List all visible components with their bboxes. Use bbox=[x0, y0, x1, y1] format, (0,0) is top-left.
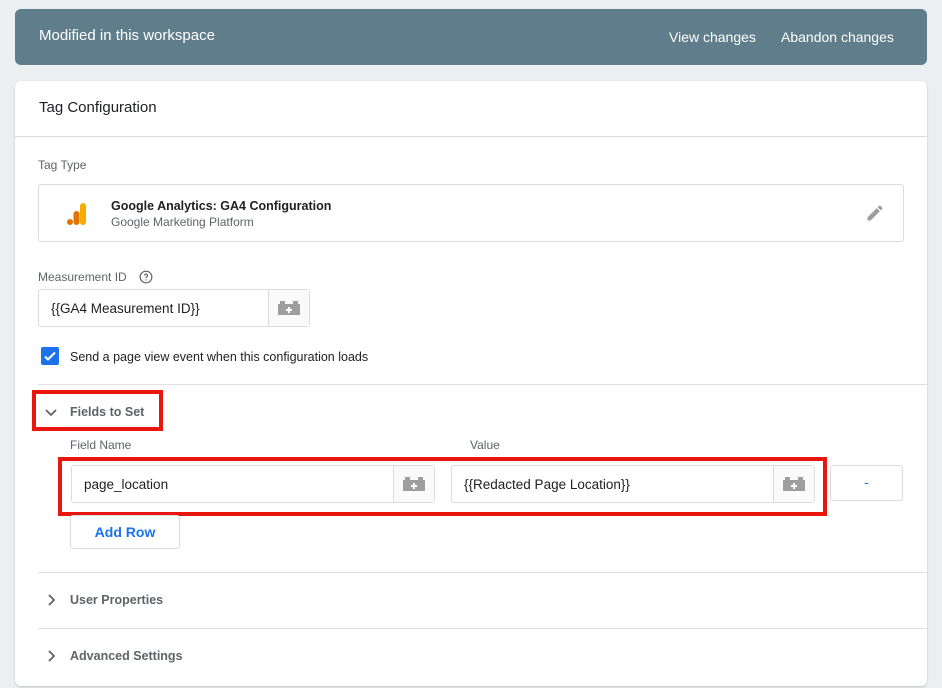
tag-type-platform: Google Marketing Platform bbox=[111, 215, 254, 229]
tag-type-label: Tag Type bbox=[38, 158, 87, 172]
measurement-id-field[interactable]: {{GA4 Measurement ID}} bbox=[38, 289, 310, 327]
google-analytics-icon bbox=[67, 203, 86, 225]
divider bbox=[38, 628, 927, 629]
measurement-id-value[interactable]: {{GA4 Measurement ID}} bbox=[51, 301, 200, 316]
value-column-header: Value bbox=[470, 438, 500, 452]
abandon-changes-link[interactable]: Abandon changes bbox=[781, 29, 894, 45]
tag-type-name: Google Analytics: GA4 Configuration bbox=[111, 199, 332, 213]
pencil-icon[interactable] bbox=[865, 203, 885, 223]
chevron-right-icon bbox=[48, 650, 56, 662]
chevron-right-icon bbox=[48, 594, 56, 606]
user-properties-title: User Properties bbox=[70, 593, 164, 607]
send-page-view-label: Send a page view event when this configu… bbox=[70, 350, 369, 364]
checkmark-icon bbox=[44, 351, 56, 361]
remove-row-button[interactable]: - bbox=[830, 465, 903, 501]
highlight-box-field-row bbox=[58, 457, 827, 516]
help-circle-icon[interactable] bbox=[139, 270, 153, 284]
variable-brick-icon bbox=[278, 301, 300, 315]
user-properties-toggle[interactable]: User Properties bbox=[44, 593, 204, 609]
divider bbox=[38, 572, 927, 573]
field-name-column-header: Field Name bbox=[70, 438, 132, 452]
advanced-settings-title: Advanced Settings bbox=[70, 649, 183, 663]
send-page-view-checkbox[interactable] bbox=[41, 347, 59, 365]
workspace-status-bar: Modified in this workspace View changes … bbox=[15, 9, 927, 65]
advanced-settings-toggle[interactable]: Advanced Settings bbox=[44, 649, 214, 665]
divider bbox=[38, 384, 927, 385]
measurement-id-label: Measurement ID bbox=[38, 270, 127, 284]
view-changes-link[interactable]: View changes bbox=[669, 29, 756, 45]
card-header: Tag Configuration bbox=[15, 81, 927, 137]
variable-picker-button[interactable] bbox=[268, 290, 309, 326]
add-row-button[interactable]: Add Row bbox=[70, 515, 180, 549]
highlight-box-fields-to-set bbox=[32, 390, 163, 431]
card-title: Tag Configuration bbox=[39, 99, 157, 116]
tag-configuration-card: Tag Configuration Tag Type Google Analyt… bbox=[15, 81, 927, 686]
tag-type-selector[interactable]: Google Analytics: GA4 Configuration Goog… bbox=[38, 184, 904, 242]
workspace-status-text: Modified in this workspace bbox=[39, 27, 215, 44]
